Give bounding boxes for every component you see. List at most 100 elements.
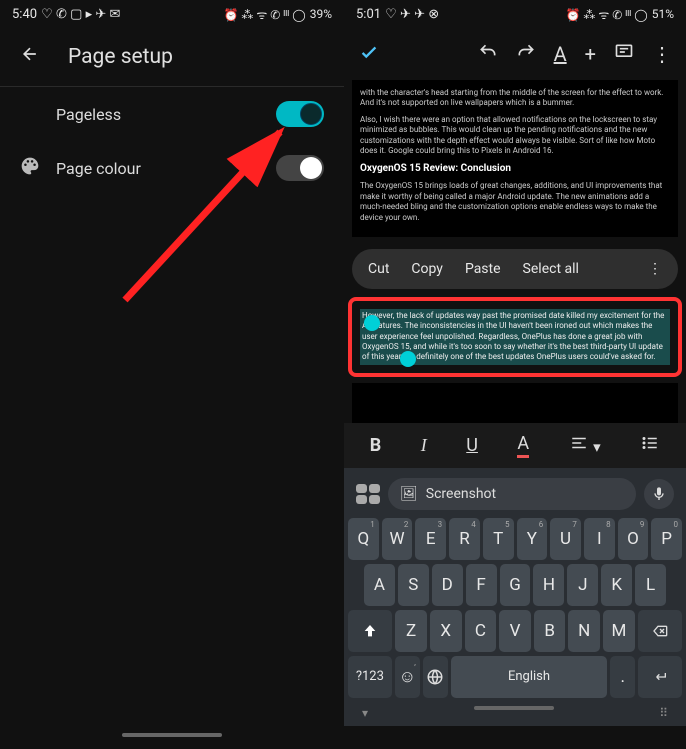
- doc-paragraph: The OxygenOS 15 brings loads of great ch…: [360, 181, 670, 223]
- format-toolbar: B I U A ▾: [344, 423, 686, 468]
- editor-toolbar: A + ⋮: [344, 28, 686, 80]
- underline-button[interactable]: U: [466, 435, 478, 456]
- copy-button[interactable]: Copy: [411, 261, 443, 277]
- key-q[interactable]: Q1: [348, 518, 379, 560]
- key-p[interactable]: P0: [651, 518, 682, 560]
- key-f[interactable]: F: [466, 564, 497, 606]
- status-icons-left: ♡ ✆ ▢ ▸ ✈ ✉: [41, 7, 120, 22]
- comment-icon[interactable]: [614, 42, 634, 66]
- align-button[interactable]: ▾: [569, 434, 601, 457]
- keyboard-apps-icon[interactable]: [356, 484, 380, 504]
- key-b[interactable]: B: [534, 610, 566, 652]
- docs-editor-screen: 5:01 ♡ ✈ ✈ ⊗ ⏰ ⁂ ᯤ ✆ ᴵᴵᴵ ◯ 51% A + ⋮ with …: [344, 0, 686, 749]
- key-i[interactable]: I8: [584, 518, 615, 560]
- key-c[interactable]: C: [465, 610, 497, 652]
- document-body[interactable]: with the character's head starting from …: [352, 80, 678, 237]
- key-r[interactable]: R4: [449, 518, 480, 560]
- cut-button[interactable]: Cut: [368, 261, 389, 277]
- text-format-icon[interactable]: A: [554, 42, 567, 66]
- key-u[interactable]: U7: [550, 518, 581, 560]
- doc-heading: OxygenOS 15 Review: Conclusion: [360, 162, 670, 175]
- suggestion-bar: 🖼 Screenshot: [348, 474, 682, 518]
- suggestion-text: Screenshot: [426, 486, 496, 502]
- key-k[interactable]: K: [601, 564, 632, 606]
- done-check-icon[interactable]: [358, 41, 380, 67]
- insert-plus-icon[interactable]: +: [585, 42, 596, 66]
- list-button[interactable]: [640, 434, 660, 457]
- mic-icon[interactable]: [644, 479, 674, 509]
- key-w[interactable]: W2: [382, 518, 413, 560]
- key-t[interactable]: T5: [483, 518, 514, 560]
- text-context-menu: Cut Copy Paste Select all ⋮: [352, 249, 678, 289]
- undo-icon[interactable]: [478, 42, 498, 66]
- key-s[interactable]: S: [398, 564, 429, 606]
- redo-icon[interactable]: [516, 42, 536, 66]
- back-arrow-icon[interactable]: [20, 44, 40, 70]
- status-time: 5:40: [12, 7, 37, 22]
- key-v[interactable]: V: [499, 610, 531, 652]
- key-o[interactable]: O9: [618, 518, 649, 560]
- key-g[interactable]: G: [500, 564, 531, 606]
- status-icons-right: ⏰ ⁂ ᯤ ✆ ᴵᴵᴵ ◯: [223, 6, 305, 23]
- key-row-3: ZXCVBNM: [348, 610, 682, 652]
- text-color-button[interactable]: A: [517, 433, 529, 458]
- key-a[interactable]: A: [364, 564, 395, 606]
- status-bar: 5:40 ♡ ✆ ▢ ▸ ✈ ✉ ⏰ ⁂ ᯤ ✆ ᴵᴵᴵ ◯ 39%: [0, 0, 344, 28]
- key-row-1: Q1W2E3R4T5Y6U7I8O9P0: [348, 518, 682, 560]
- screenshot-suggestion-chip[interactable]: 🖼 Screenshot: [388, 478, 636, 510]
- selection-start-handle[interactable]: [364, 315, 380, 331]
- doc-paragraph: with the character's head starting from …: [360, 88, 670, 109]
- italic-button[interactable]: I: [421, 435, 427, 456]
- key-d[interactable]: D: [432, 564, 463, 606]
- screenshot-thumb-icon: 🖼: [400, 486, 418, 502]
- key-z[interactable]: Z: [395, 610, 427, 652]
- key-h[interactable]: H: [533, 564, 564, 606]
- page-setup-screen: 5:40 ♡ ✆ ▢ ▸ ✈ ✉ ⏰ ⁂ ᯤ ✆ ᴵᴵᴵ ◯ 39% Page se…: [0, 0, 344, 749]
- key-j[interactable]: J: [567, 564, 598, 606]
- status-battery: 51%: [652, 7, 674, 21]
- paste-button[interactable]: Paste: [465, 261, 501, 277]
- pageless-toggle[interactable]: [276, 101, 324, 127]
- key-x[interactable]: X: [430, 610, 462, 652]
- bold-button[interactable]: B: [370, 435, 382, 456]
- keyboard-grip-icon[interactable]: ⠿: [659, 706, 668, 720]
- period-key[interactable]: .: [610, 656, 635, 698]
- key-l[interactable]: L: [635, 564, 666, 606]
- page-title: Page setup: [68, 45, 173, 69]
- shift-key[interactable]: [348, 610, 392, 652]
- key-e[interactable]: E3: [415, 518, 446, 560]
- select-all-button[interactable]: Select all: [523, 261, 579, 277]
- pagecolour-row[interactable]: Page colour: [0, 141, 344, 195]
- status-battery: 39%: [310, 7, 332, 21]
- status-icons-left: ♡ ✈ ✈ ⊗: [385, 7, 439, 22]
- palette-icon: [20, 156, 56, 180]
- context-more-icon[interactable]: ⋮: [648, 261, 662, 277]
- status-bar: 5:01 ♡ ✈ ✈ ⊗ ⏰ ⁂ ᯤ ✆ ᴵᴵᴵ ◯ 51%: [344, 0, 686, 28]
- key-y[interactable]: Y6: [517, 518, 548, 560]
- key-n[interactable]: N: [568, 610, 600, 652]
- numbers-key[interactable]: ?123: [348, 656, 392, 698]
- more-vert-icon[interactable]: ⋮: [652, 42, 672, 66]
- emoji-key[interactable]: ☺,: [395, 656, 420, 698]
- pagecolour-label: Page colour: [56, 159, 276, 178]
- selection-end-handle[interactable]: [400, 351, 416, 367]
- nav-bar: [0, 727, 344, 743]
- backspace-key[interactable]: [638, 610, 682, 652]
- pageless-label: Pageless: [56, 105, 276, 124]
- nav-row: ▾ ⠿: [348, 702, 682, 724]
- key-row-4: ?123 ☺, English .: [348, 656, 682, 698]
- annotation-highlight-box: However, the lack of updates way past th…: [348, 297, 682, 377]
- keyboard-hide-icon[interactable]: ▾: [362, 706, 368, 720]
- keyboard: 🖼 Screenshot Q1W2E3R4T5Y6U7I8O9P0 ASDFGH…: [344, 468, 686, 726]
- doc-spacer: [352, 383, 678, 423]
- doc-paragraph: Also, I wish there were an option that a…: [360, 115, 670, 157]
- enter-key[interactable]: [638, 656, 682, 698]
- status-time: 5:01: [356, 7, 381, 22]
- key-m[interactable]: M: [603, 610, 635, 652]
- pageless-row[interactable]: Pageless: [0, 87, 344, 141]
- status-icons-right: ⏰ ⁂ ᯤ ✆ ᴵᴵᴵ ◯: [565, 6, 647, 23]
- globe-key[interactable]: [423, 656, 448, 698]
- pagecolour-swatch[interactable]: [276, 155, 324, 181]
- space-key[interactable]: English: [451, 656, 607, 698]
- key-row-2: ASDFGHJKL: [348, 564, 682, 606]
